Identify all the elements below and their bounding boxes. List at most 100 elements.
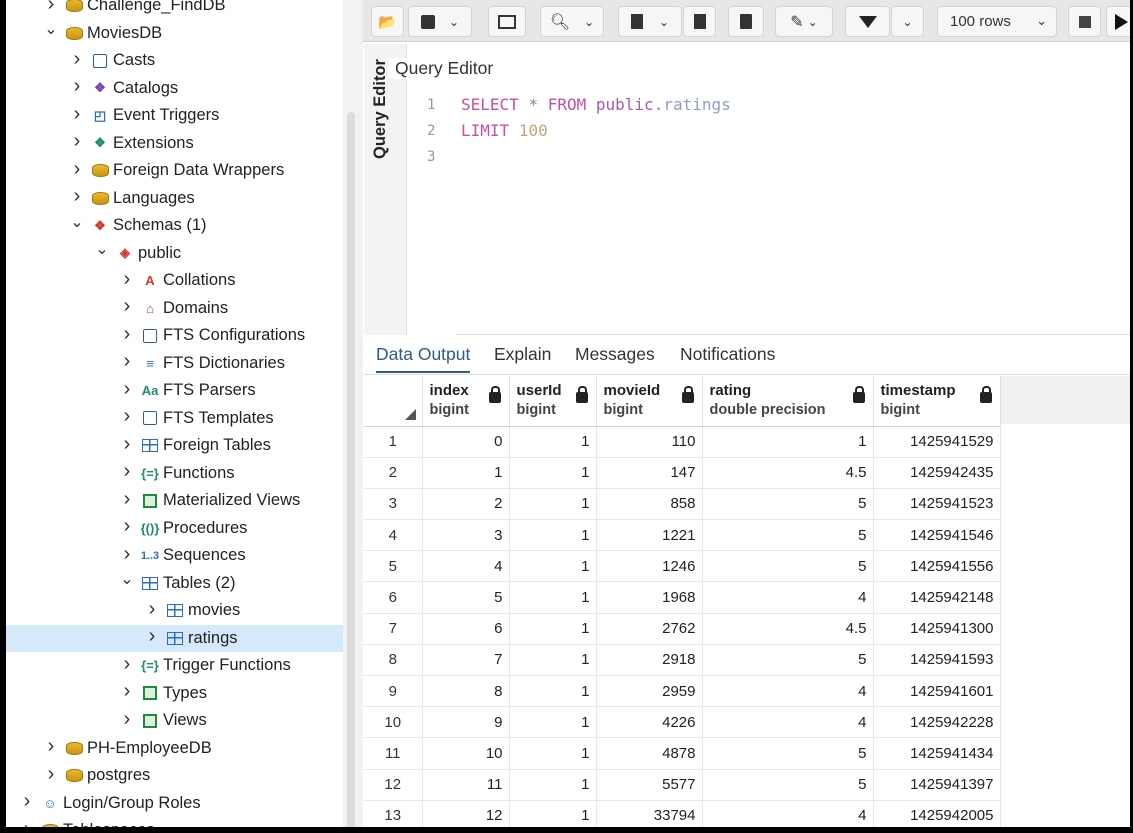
table-cell[interactable]: 1425942435 <box>873 457 1001 489</box>
table-row[interactable]: 5 4 1 1246 5 1425941556 <box>364 550 1001 583</box>
table-cell[interactable]: 1 <box>509 613 597 645</box>
table-cell[interactable]: 1425941523 <box>873 488 1001 521</box>
tree-item-foreign-tables[interactable]: › Foreign Tables <box>6 432 343 459</box>
tree-item-types[interactable]: › Types <box>6 680 343 707</box>
tree-item-extensions[interactable]: › ❖ Extensions <box>6 130 343 157</box>
tree-item-postgres[interactable]: › postgres <box>6 762 343 789</box>
chevron-right-icon[interactable]: › <box>120 433 134 456</box>
table-cell[interactable]: 1 <box>509 737 597 770</box>
query-editor-vertical-tab[interactable]: Query Editor <box>364 44 407 335</box>
table-cell[interactable]: 8 <box>422 675 510 708</box>
save-button[interactable]: ⌄ <box>408 6 472 37</box>
chevron-right-icon[interactable]: › <box>120 460 134 483</box>
table-cell[interactable]: 4.5 <box>702 457 874 489</box>
row-number-cell[interactable]: 1 <box>364 426 423 458</box>
row-number-cell[interactable]: 10 <box>364 706 423 739</box>
table-cell[interactable]: 1425941529 <box>873 426 1001 458</box>
table-cell[interactable]: 11 <box>422 769 510 801</box>
tree-item-materialized-views[interactable]: › Materialized Views <box>6 487 343 514</box>
chevron-right-icon[interactable]: › <box>44 0 58 16</box>
table-cell[interactable]: 12 <box>422 800 510 827</box>
open-file-button[interactable]: 📂 <box>371 6 404 37</box>
tree-item-collations[interactable]: › A Collations <box>6 267 343 294</box>
table-cell[interactable]: 2 <box>422 488 510 521</box>
tree-item-challenge-finddb[interactable]: › Challenge_FindDB <box>6 0 343 19</box>
table-cell[interactable]: 4 <box>422 550 510 583</box>
table-cell[interactable]: 1425941556 <box>873 550 1001 583</box>
tree-item-fts-configurations[interactable]: › FTS Configurations <box>6 322 343 349</box>
chevron-right-icon[interactable]: › <box>44 763 58 786</box>
chevron-right-icon[interactable]: › <box>145 598 159 621</box>
filter-dropdown-button[interactable]: ⌄ <box>891 6 924 37</box>
tree-item-catalogs[interactable]: › ❖ Catalogs <box>6 75 343 102</box>
table-cell[interactable]: 4 <box>702 675 874 708</box>
sql-code-line-1[interactable]: SELECT * FROM public.ratings <box>461 95 731 114</box>
table-row[interactable]: 7 6 1 2762 4.5 1425941300 <box>364 613 1001 645</box>
chevron-right-icon[interactable]: › <box>20 790 34 813</box>
table-cell[interactable]: 4.5 <box>702 613 874 645</box>
table-row[interactable]: 3 2 1 858 5 1425941523 <box>364 488 1001 521</box>
execute-button[interactable] <box>1106 6 1130 37</box>
table-cell[interactable]: 1 <box>509 644 597 677</box>
tab-messages[interactable]: Messages <box>575 344 655 365</box>
table-cell[interactable]: 1425941434 <box>873 737 1001 770</box>
table-cell[interactable]: 1425941300 <box>873 613 1001 645</box>
row-number-cell[interactable]: 5 <box>364 550 423 583</box>
table-cell[interactable]: 1 <box>509 488 597 521</box>
filter-button[interactable] <box>845 6 890 37</box>
rows-limit-select[interactable]: 100 rows ⌄ <box>937 6 1057 37</box>
tab-notifications[interactable]: Notifications <box>680 344 775 365</box>
table-cell[interactable]: 5 <box>702 737 874 770</box>
table-cell[interactable]: 1425941601 <box>873 675 1001 708</box>
row-number-cell[interactable]: 12 <box>364 769 423 801</box>
column-header-timestamp[interactable]: timestamp bigint <box>873 376 1001 427</box>
table-row[interactable]: 6 5 1 1968 4 1425942148 <box>364 581 1001 614</box>
tree-item-languages[interactable]: › Languages <box>6 185 343 212</box>
table-row[interactable]: 12 11 1 5577 5 1425941397 <box>364 769 1001 801</box>
row-number-cell[interactable]: 9 <box>364 675 423 708</box>
table-row[interactable]: 9 8 1 2959 4 1425941601 <box>364 675 1001 708</box>
table-cell[interactable]: 4 <box>702 706 874 739</box>
find-button[interactable]: 🔍︎ ⌄ <box>540 6 604 37</box>
table-row[interactable]: 10 9 1 4226 4 1425942228 <box>364 706 1001 739</box>
table-cell[interactable]: 4 <box>702 581 874 614</box>
chevron-right-icon[interactable]: › <box>120 350 134 373</box>
delete-button[interactable] <box>728 6 764 37</box>
table-cell[interactable]: 1 <box>509 769 597 801</box>
chevron-right-icon[interactable]: › <box>70 48 84 71</box>
table-row[interactable]: 8 7 1 2918 5 1425941593 <box>364 644 1001 677</box>
table-cell[interactable]: 110 <box>596 426 703 458</box>
table-cell[interactable]: 1246 <box>596 550 703 583</box>
table-cell[interactable]: 1221 <box>596 519 703 552</box>
stop-button[interactable] <box>1068 6 1101 37</box>
tree-item-tablespaces[interactable]: › Tablespaces <box>6 817 343 827</box>
tree-item-tables-2[interactable]: ⌄ Tables (2) <box>6 570 343 597</box>
column-header-userid[interactable]: userId bigint <box>509 376 597 427</box>
chevron-right-icon[interactable]: › <box>70 75 84 98</box>
copy-button[interactable]: ⌄ <box>618 6 682 37</box>
chevron-right-icon[interactable]: › <box>70 103 84 126</box>
chevron-right-icon[interactable]: › <box>120 680 134 703</box>
tree-item-procedures[interactable]: › {()} Procedures <box>6 515 343 542</box>
edit-button[interactable]: ✎ ⌄ <box>775 6 833 37</box>
table-row[interactable]: 1 0 1 110 1 1425941529 <box>364 426 1001 458</box>
table-cell[interactable]: 5 <box>702 644 874 677</box>
tab-data-output[interactable]: Data Output <box>376 344 471 373</box>
chevron-right-icon[interactable]: › <box>120 543 134 566</box>
table-cell[interactable]: 147 <box>596 457 703 489</box>
table-cell[interactable]: 1 <box>509 800 597 827</box>
tree-item-moviesdb[interactable]: ⌄ MoviesDB <box>6 20 343 47</box>
table-cell[interactable]: 1968 <box>596 581 703 614</box>
table-row[interactable]: 4 3 1 1221 5 1425941546 <box>364 519 1001 552</box>
chevron-right-icon[interactable]: › <box>70 158 84 181</box>
table-cell[interactable]: 2762 <box>596 613 703 645</box>
chevron-right-icon[interactable]: › <box>120 515 134 538</box>
tree-scrollbar[interactable] <box>347 112 355 827</box>
tab-explain[interactable]: Explain <box>494 344 551 365</box>
chevron-down-icon[interactable]: ⌄ <box>44 19 58 39</box>
chevron-right-icon[interactable]: › <box>120 295 134 318</box>
table-cell[interactable]: 5 <box>702 488 874 521</box>
table-cell[interactable]: 1425942148 <box>873 581 1001 614</box>
table-cell[interactable]: 1 <box>509 519 597 552</box>
table-cell[interactable]: 5 <box>702 550 874 583</box>
